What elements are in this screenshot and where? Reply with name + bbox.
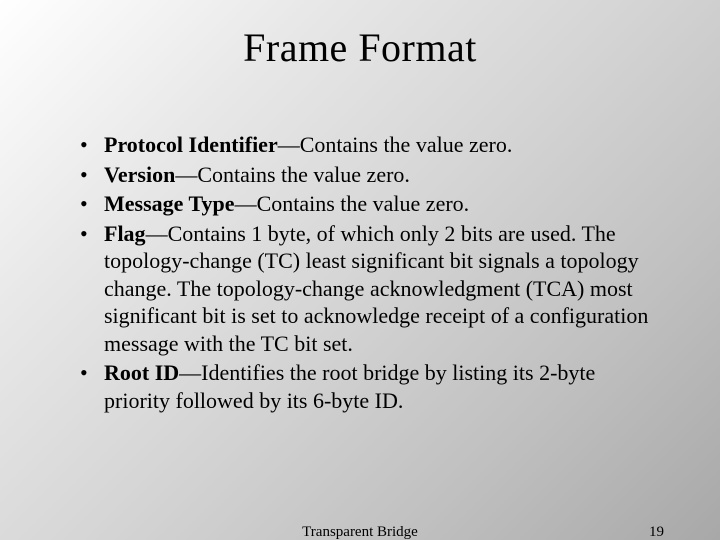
bullet-term: Version <box>104 162 175 187</box>
slide-title: Frame Format <box>60 24 660 71</box>
bullet-term: Message Type <box>104 191 235 216</box>
list-item: Message Type—Contains the value zero. <box>80 190 660 218</box>
bullet-term: Root ID <box>104 360 179 385</box>
bullet-term: Flag <box>104 221 146 246</box>
bullet-text: —Contains the value zero. <box>235 191 470 216</box>
bullet-text: —Contains the value zero. <box>175 162 410 187</box>
bullet-term: Protocol Identifier <box>104 132 278 157</box>
footer-text: Transparent Bridge <box>0 524 720 540</box>
bullet-text: —Contains the value zero. <box>278 132 513 157</box>
slide: Frame Format Protocol Identifier—Contain… <box>0 0 720 540</box>
list-item: Protocol Identifier—Contains the value z… <box>80 131 660 159</box>
list-item: Root ID—Identifies the root bridge by li… <box>80 359 660 414</box>
list-item: Flag—Contains 1 byte, of which only 2 bi… <box>80 220 660 358</box>
page-number: 19 <box>649 524 664 540</box>
bullet-list: Protocol Identifier—Contains the value z… <box>60 131 660 414</box>
list-item: Version—Contains the value zero. <box>80 161 660 189</box>
bullet-text: —Contains 1 byte, of which only 2 bits a… <box>104 221 648 356</box>
